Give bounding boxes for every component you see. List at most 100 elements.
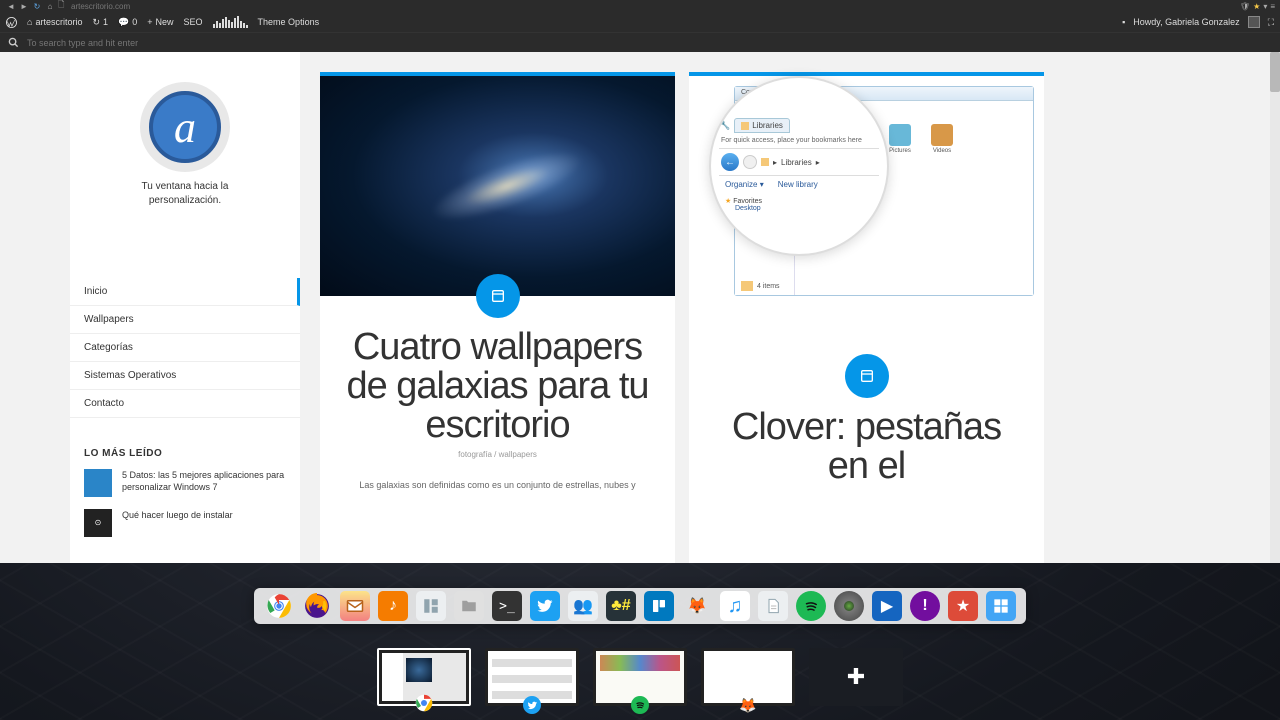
refresh-icon: ↻ — [92, 17, 100, 28]
itunes-icon[interactable]: ♫ — [720, 591, 750, 621]
menu-item-contacto[interactable]: Contacto — [70, 390, 300, 418]
screen-toggle-icon[interactable]: ⛶ — [1268, 17, 1274, 28]
bookmark-hint: For quick access, place your bookmarks h… — [719, 133, 879, 149]
gimp-icon[interactable]: 🦊 — [682, 591, 712, 621]
post-image-explorer: Computer Music Pictures Videos Computer … — [689, 76, 1044, 376]
plus-icon: + — [147, 17, 152, 27]
popular-thumb: ⊙ — [84, 509, 112, 537]
task-thumbnail[interactable] — [593, 648, 687, 706]
dock: ♪ >_ 👥 ♣# 🦊 ♫ ▶ ! ★ — [254, 588, 1026, 624]
menu-item-categorias[interactable]: Categorías — [70, 334, 300, 362]
task-badge-spotify-icon — [631, 696, 649, 714]
popular-thumb — [84, 469, 112, 497]
yahoo-icon[interactable]: ! — [910, 591, 940, 621]
browser-toolbar: ◄ ► ↻ ⌂ 🗋 artescritorio.com 🛡 ★ ▾ ≡ — [0, 0, 1280, 12]
comment-icon: 💬 — [118, 17, 129, 28]
terminal-icon[interactable]: >_ — [492, 591, 522, 621]
logo-letter: a — [149, 91, 221, 163]
music-icon[interactable]: ♪ — [378, 591, 408, 621]
post-body: Clover: pestañas en el — [689, 398, 1044, 496]
new-library: New library — [778, 180, 818, 189]
task-switcher: 🦊 ✚ — [377, 648, 903, 706]
hash-icon[interactable]: ♣# — [606, 591, 636, 621]
content-grid: Cuatro wallpapers de galaxias para tu es… — [300, 52, 1280, 563]
home-icon[interactable]: ⌂ — [45, 1, 55, 11]
task-badge-gimp-icon: 🦊 — [739, 696, 757, 714]
theme-options[interactable]: Theme Options — [258, 17, 320, 27]
page-body: a Tu ventana hacia la personalización. I… — [0, 52, 1280, 563]
browser-tab: Libraries — [734, 118, 790, 133]
new-content[interactable]: +New — [147, 17, 173, 27]
browser-menu-icon[interactable]: ≡ — [1270, 2, 1274, 11]
user-avatar[interactable] — [1248, 16, 1260, 28]
nav-forward-icon — [743, 155, 757, 169]
seo-menu[interactable]: SEO — [184, 17, 203, 27]
home-icon: ⌂ — [27, 17, 32, 27]
files-icon[interactable] — [454, 591, 484, 621]
menu-item-wallpapers[interactable]: Wallpapers — [70, 306, 300, 334]
reload-icon[interactable]: ↻ — [32, 1, 42, 11]
back-icon[interactable]: ◄ — [6, 1, 16, 11]
post-card[interactable]: Computer Music Pictures Videos Computer … — [689, 72, 1044, 563]
site-tagline: Tu ventana hacia la personalización. — [142, 180, 229, 208]
post-type-icon — [845, 354, 889, 398]
main-menu: Inicio Wallpapers Categorías Sistemas Op… — [70, 278, 300, 418]
post-image-galaxy — [320, 76, 675, 296]
post-title: Clover: pestañas en el — [709, 408, 1024, 486]
search-input[interactable] — [27, 38, 327, 48]
post-meta: fotografía / wallpapers — [340, 450, 655, 459]
scrollbar[interactable] — [1270, 52, 1280, 563]
howdy-user[interactable]: Howdy, Gabriela Gonzalez — [1133, 17, 1239, 27]
wunderlist-icon[interactable]: ★ — [948, 591, 978, 621]
task-thumbnail[interactable] — [377, 648, 471, 706]
logo-block: a Tu ventana hacia la personalización. — [70, 72, 300, 228]
forward-icon[interactable]: ► — [19, 1, 29, 11]
task-add[interactable]: ✚ — [809, 648, 903, 706]
site-home[interactable]: ⌂artescritorio — [27, 17, 82, 27]
stats-equalizer-icon[interactable] — [213, 16, 248, 28]
shield-icon[interactable]: 🛡 — [1240, 2, 1250, 11]
popular-title: Qué hacer luego de instalar — [122, 509, 233, 537]
organize-menu: Organize ▾ — [725, 180, 764, 189]
post-body: Cuatro wallpapers de galaxias para tu es… — [320, 318, 675, 503]
post-title: Cuatro wallpapers de galaxias para tu es… — [340, 328, 655, 444]
apps-icon[interactable] — [986, 591, 1016, 621]
task-thumbnail[interactable] — [485, 648, 579, 706]
wp-admin-bar: ⌂artescritorio ↻1 💬0 +New SEO Theme Opti… — [0, 12, 1280, 32]
play-icon[interactable]: ▶ — [872, 591, 902, 621]
url-text[interactable]: artescritorio.com — [71, 2, 130, 11]
mail-icon[interactable] — [340, 591, 370, 621]
doc-icon[interactable] — [758, 591, 788, 621]
task-badge-chrome-icon — [415, 694, 433, 712]
post-type-icon — [476, 274, 520, 318]
nav-back-icon: ← — [721, 153, 739, 171]
refresh-count[interactable]: ↻1 — [92, 17, 108, 28]
site-logo[interactable]: a — [140, 82, 230, 172]
popular-item[interactable]: 5 Datos: las 5 mejores aplicaciones para… — [84, 469, 286, 497]
post-card[interactable]: Cuatro wallpapers de galaxias para tu es… — [320, 72, 675, 563]
pidgin-icon[interactable]: 👥 — [568, 591, 598, 621]
site-name: artescritorio — [35, 17, 82, 27]
dropdown-icon[interactable]: ▾ — [1263, 2, 1267, 11]
search-icon — [8, 37, 19, 48]
task-badge-twitter-icon — [523, 696, 541, 714]
camera-icon[interactable] — [834, 591, 864, 621]
popular-title: 5 Datos: las 5 mejores aplicaciones para… — [122, 469, 286, 497]
firefox-icon[interactable] — [302, 591, 332, 621]
menu-item-inicio[interactable]: Inicio — [70, 278, 300, 306]
wp-logo-icon[interactable] — [6, 17, 17, 28]
magnifier-zoom: 🔧Libraries For quick access, place your … — [709, 76, 889, 256]
comments-count[interactable]: 💬0 — [118, 17, 137, 28]
twitter-icon[interactable] — [530, 591, 560, 621]
bookmark-star-icon[interactable]: ★ — [1253, 2, 1260, 11]
notification-icon[interactable]: ▪ — [1122, 17, 1125, 27]
popular-item[interactable]: ⊙ Qué hacer luego de instalar — [84, 509, 286, 537]
chrome-icon[interactable] — [264, 591, 294, 621]
task-thumbnail[interactable]: 🦊 — [701, 648, 795, 706]
tiles-icon[interactable] — [416, 591, 446, 621]
trello-icon[interactable] — [644, 591, 674, 621]
scrollbar-thumb[interactable] — [1270, 52, 1280, 92]
menu-item-so[interactable]: Sistemas Operativos — [70, 362, 300, 390]
spotify-icon[interactable] — [796, 591, 826, 621]
post-excerpt: Las galaxias son definidas como es un co… — [340, 479, 655, 493]
